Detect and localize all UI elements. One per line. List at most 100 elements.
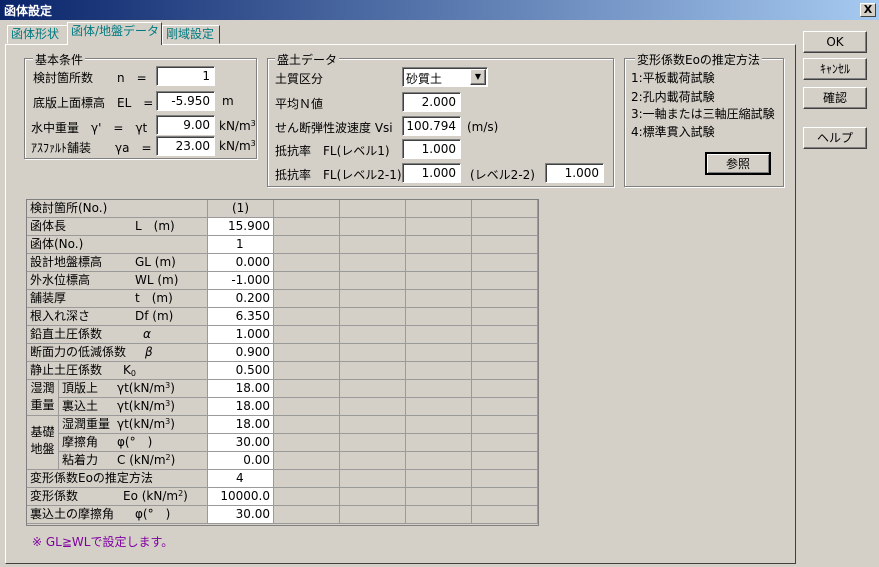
empty-grid-cell bbox=[472, 380, 538, 398]
asphalt-unit: kN/m3 bbox=[219, 139, 256, 153]
eo-method-cell[interactable]: 4 bbox=[208, 470, 274, 488]
empty-grid-cell bbox=[406, 380, 472, 398]
alpha-cell[interactable]: 1.000 bbox=[208, 326, 274, 344]
empty-grid-cell bbox=[274, 506, 340, 524]
count-input[interactable]: 1 bbox=[156, 66, 215, 86]
empty-grid-cell bbox=[472, 200, 538, 218]
empty-grid-cell bbox=[274, 398, 340, 416]
soil-type-label: 土質区分 bbox=[275, 72, 324, 86]
empty-grid-cell bbox=[472, 488, 538, 506]
table-row-beta: 断面力の低減係数 β bbox=[27, 344, 208, 362]
empty-grid-cell bbox=[274, 452, 340, 470]
grid-header-col1: (1) bbox=[208, 200, 274, 218]
empty-grid-cell bbox=[406, 308, 472, 326]
fl1-input[interactable]: 1.000 bbox=[402, 139, 461, 159]
empty-grid-cell bbox=[274, 218, 340, 236]
empty-grid-cell bbox=[340, 218, 406, 236]
gl-cell[interactable]: 0.000 bbox=[208, 254, 274, 272]
empty-grid-cell bbox=[274, 272, 340, 290]
empty-grid-cell bbox=[340, 344, 406, 362]
length-cell[interactable]: 15.900 bbox=[208, 218, 274, 236]
empty-grid-cell bbox=[274, 200, 340, 218]
vs-input[interactable]: 100.794 bbox=[402, 116, 461, 136]
empty-grid-cell bbox=[340, 470, 406, 488]
fl1-label: 抵抗率 FL(レベル1) bbox=[275, 144, 390, 158]
empty-grid-cell bbox=[472, 470, 538, 488]
empty-grid-cell bbox=[472, 362, 538, 380]
empty-grid-cell bbox=[472, 218, 538, 236]
empty-grid-cell bbox=[406, 470, 472, 488]
wet-top-cell[interactable]: 18.00 bbox=[208, 380, 274, 398]
table-row-wet-back: 裏込土 γt(kN/m3) bbox=[59, 398, 208, 416]
empty-grid-cell bbox=[406, 452, 472, 470]
fl22-input[interactable]: 1.000 bbox=[545, 163, 604, 183]
soil-type-select[interactable]: 砂質土 ▼ bbox=[402, 67, 488, 87]
avg-n-input[interactable]: 2.000 bbox=[402, 92, 461, 112]
empty-grid-cell bbox=[340, 254, 406, 272]
eo-method-item: 4:標準貫入試験 bbox=[631, 125, 715, 139]
table-row-base-c: 粘着力 C (kN/m2) bbox=[59, 452, 208, 470]
tab-rigid-zone[interactable]: 剛域設定 bbox=[162, 25, 220, 44]
cancel-button[interactable]: ｷｬﾝｾﾙ bbox=[803, 58, 867, 80]
table-row-wl: 外水位標高 WL (m) bbox=[27, 272, 208, 290]
empty-grid-cell bbox=[340, 308, 406, 326]
eo-method-item: 2:孔内載荷試験 bbox=[631, 90, 715, 104]
confirm-button[interactable]: 確認 bbox=[803, 87, 867, 109]
empty-grid-cell bbox=[340, 416, 406, 434]
table-row-base-phi: 摩擦角 φ(° ) bbox=[59, 434, 208, 452]
empty-grid-cell bbox=[340, 506, 406, 524]
beta-cell[interactable]: 0.900 bbox=[208, 344, 274, 362]
empty-grid-cell bbox=[406, 236, 472, 254]
df-cell[interactable]: 6.350 bbox=[208, 308, 274, 326]
base-wet-cell[interactable]: 18.00 bbox=[208, 416, 274, 434]
empty-grid-cell bbox=[406, 398, 472, 416]
pave-cell[interactable]: 0.200 bbox=[208, 290, 274, 308]
body-no-cell[interactable]: 1 bbox=[208, 236, 274, 254]
empty-grid-cell bbox=[406, 362, 472, 380]
reference-button[interactable]: 参照 bbox=[705, 152, 771, 175]
table-row-back-phi: 裏込土の摩擦角 φ(° ) bbox=[27, 506, 208, 524]
ok-button[interactable]: OK bbox=[803, 31, 867, 53]
water-weight-input[interactable]: 9.00 bbox=[156, 115, 215, 135]
empty-grid-cell bbox=[472, 290, 538, 308]
base-c-cell[interactable]: 0.00 bbox=[208, 452, 274, 470]
asphalt-input[interactable]: 23.00 bbox=[156, 136, 215, 156]
empty-grid-cell bbox=[472, 434, 538, 452]
k0-cell[interactable]: 0.500 bbox=[208, 362, 274, 380]
tab-body-shape[interactable]: 函体形状 bbox=[7, 25, 68, 44]
el-input[interactable]: -5.950 bbox=[156, 91, 215, 111]
vs-unit: (m/s) bbox=[467, 120, 499, 134]
empty-grid-cell bbox=[406, 488, 472, 506]
basic-conditions-title: 基本条件 bbox=[33, 51, 86, 68]
close-button[interactable]: X bbox=[860, 3, 876, 17]
base-phi-cell[interactable]: 30.00 bbox=[208, 434, 274, 452]
empty-grid-cell bbox=[274, 488, 340, 506]
empty-grid-cell bbox=[406, 326, 472, 344]
water-weight-unit: kN/m3 bbox=[219, 119, 256, 133]
asphalt-label: ｱｽﾌｧﾙﾄ舗装 γa = bbox=[31, 141, 152, 155]
back-phi-cell[interactable]: 30.00 bbox=[208, 506, 274, 524]
empty-grid-cell bbox=[340, 200, 406, 218]
help-button[interactable]: ヘルプ bbox=[803, 127, 867, 149]
empty-grid-cell bbox=[340, 452, 406, 470]
eo-method-item: 3:一軸または三軸圧縮試験 bbox=[631, 107, 775, 121]
tab-body-ground-data[interactable]: 函体/地盤データ bbox=[67, 22, 162, 45]
empty-grid-cell bbox=[472, 236, 538, 254]
chevron-down-icon[interactable]: ▼ bbox=[470, 69, 486, 85]
wet-back-cell[interactable]: 18.00 bbox=[208, 398, 274, 416]
count-label: 検討箇所数 n = bbox=[33, 71, 147, 85]
table-row-eo: 変形係数 Eo (kN/m2) bbox=[27, 488, 208, 506]
empty-grid-cell bbox=[406, 200, 472, 218]
empty-grid-cell bbox=[406, 434, 472, 452]
embankment-data-title: 盛土データ bbox=[275, 51, 340, 68]
wl-cell[interactable]: -1.000 bbox=[208, 272, 274, 290]
empty-grid-cell bbox=[406, 506, 472, 524]
empty-grid-cell bbox=[340, 272, 406, 290]
table-row-k0: 静止土圧係数 K0 bbox=[27, 362, 208, 380]
eo-cell[interactable]: 10000.0 bbox=[208, 488, 274, 506]
empty-grid-cell bbox=[274, 362, 340, 380]
empty-grid-cell bbox=[274, 380, 340, 398]
fl21-input[interactable]: 1.000 bbox=[402, 163, 461, 183]
empty-grid-cell bbox=[472, 416, 538, 434]
empty-grid-cell bbox=[274, 290, 340, 308]
